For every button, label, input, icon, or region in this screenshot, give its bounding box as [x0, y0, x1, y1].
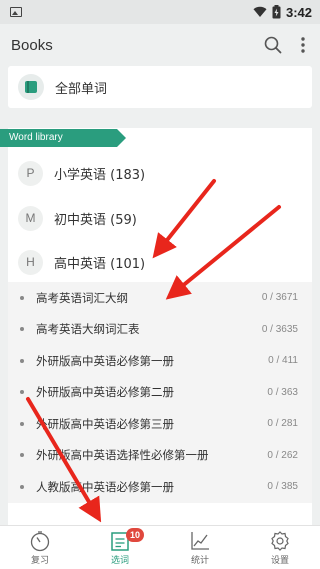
- category-letter: P: [18, 160, 43, 186]
- list-item[interactable]: 外研版高中英语必修第一册 0 / 411: [8, 345, 312, 377]
- book-title: 高考英语词汇大纲: [36, 290, 128, 305]
- book-progress: 0 / 385: [267, 481, 298, 493]
- book-progress: 0 / 3635: [261, 323, 298, 335]
- status-time: 3:42: [285, 4, 312, 20]
- more-vertical-icon[interactable]: [300, 37, 306, 53]
- book-progress: 0 / 281: [267, 418, 298, 430]
- book-title: 外研版高中英语必修第一册: [36, 353, 174, 368]
- category-letter: H: [18, 249, 43, 275]
- all-words-button[interactable]: 全部单词: [8, 66, 312, 108]
- book-icon: [18, 74, 44, 100]
- category-letter: M: [18, 205, 43, 231]
- list-item[interactable]: 高考英语词汇大纲 0 / 3671: [8, 282, 312, 314]
- list-item[interactable]: 人教版高中英语必修第一册 0 / 385: [8, 471, 312, 503]
- book-progress: 0 / 262: [267, 449, 298, 461]
- book-title: 高考英语大纲词汇表: [36, 322, 140, 337]
- category-label: 小学英语 (183): [54, 167, 146, 183]
- stopwatch-icon: [30, 531, 50, 552]
- list-item[interactable]: 外研版高中英语必修第二册 0 / 363: [8, 377, 312, 409]
- category-senior[interactable]: H 高中英语 (101): [8, 243, 312, 281]
- nav-label: 复习: [30, 556, 49, 566]
- gallery-icon: [10, 7, 22, 17]
- book-title: 外研版高中英语必修第二册: [36, 385, 174, 400]
- wifi-icon: [253, 6, 267, 18]
- line-chart-icon: [191, 532, 209, 550]
- gear-icon: [271, 531, 289, 551]
- book-list: 高考英语词汇大纲 0 / 3671 高考英语大纲词汇表 0 / 3635 外研版…: [8, 282, 312, 503]
- book-title: 外研版高中英语选择性必修第一册: [36, 448, 209, 463]
- list-item[interactable]: 高考英语大纲词汇表 0 / 3635: [8, 314, 312, 346]
- page-title: Books: [11, 36, 53, 54]
- list-item[interactable]: 外研版高中英语选择性必修第一册 0 / 262: [8, 440, 312, 472]
- nav-select-words[interactable]: 10 选词: [80, 526, 160, 569]
- status-bar: 3:42: [0, 0, 320, 24]
- nav-label: 统计: [190, 556, 209, 566]
- book-progress: 0 / 3671: [261, 292, 298, 304]
- nav-label: 选词: [110, 556, 129, 566]
- nav-label: 设置: [270, 556, 289, 566]
- book-progress: 0 / 363: [267, 386, 298, 398]
- search-icon[interactable]: [264, 36, 282, 54]
- nav-statistics[interactable]: 统计: [160, 526, 240, 569]
- book-progress: 0 / 411: [268, 355, 298, 367]
- battery-charging-icon: [272, 5, 281, 19]
- app-bar: Books: [0, 24, 320, 66]
- all-words-label: 全部单词: [55, 81, 108, 97]
- category-label: 初中英语 (59): [54, 212, 137, 228]
- nav-settings[interactable]: 设置: [240, 526, 320, 569]
- category-primary[interactable]: P 小学英语 (183): [8, 154, 312, 192]
- category-junior[interactable]: M 初中英语 (59): [8, 199, 312, 237]
- notification-badge: 10: [126, 528, 144, 542]
- book-title: 人教版高中英语必修第一册: [36, 479, 174, 494]
- word-library-card: P 小学英语 (183) M 初中英语 (59) H 高中英语 (101) 高考…: [8, 128, 312, 528]
- list-item[interactable]: 外研版高中英语必修第三册 0 / 281: [8, 408, 312, 440]
- book-title: 外研版高中英语必修第三册: [36, 416, 174, 431]
- category-label: 高中英语 (101): [54, 256, 146, 272]
- word-library-tag: Word library: [0, 129, 126, 147]
- bottom-nav: 复习 10 选词 统计 设置: [0, 525, 320, 569]
- nav-review[interactable]: 复习: [0, 526, 80, 569]
